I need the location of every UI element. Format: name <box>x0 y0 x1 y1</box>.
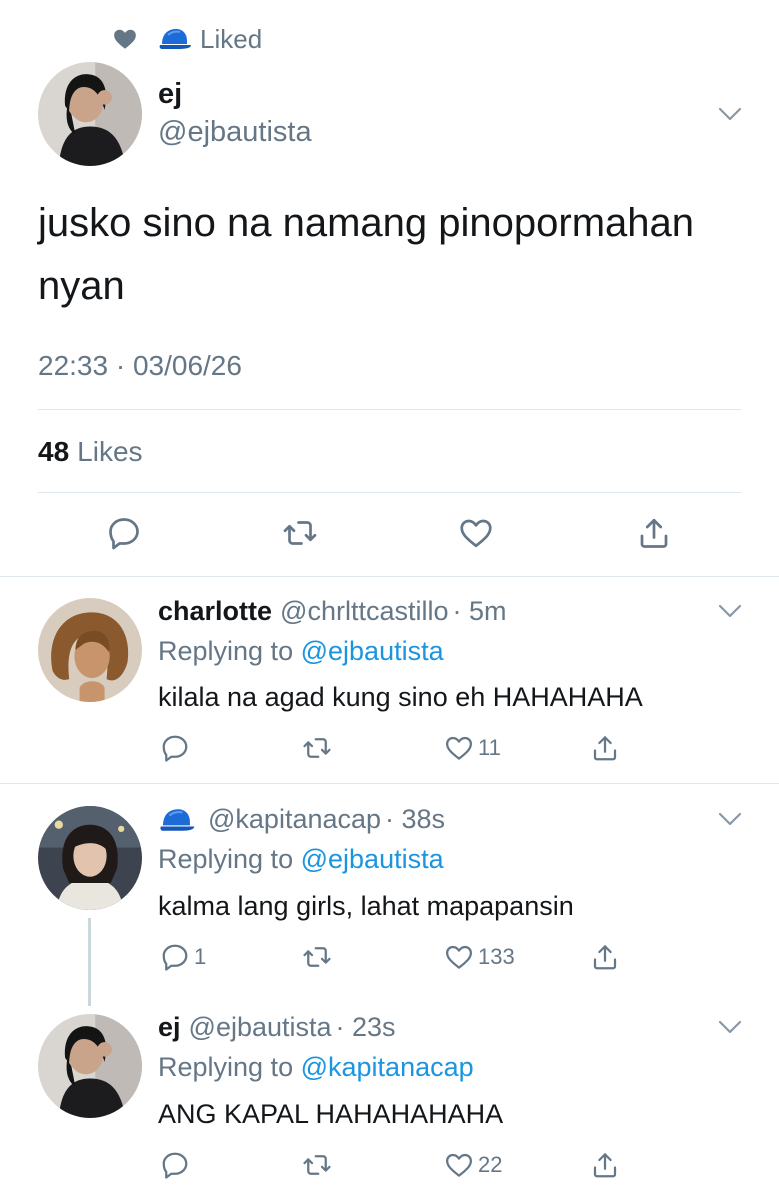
reply-author-name[interactable]: ej <box>158 1012 181 1043</box>
blue-cap-icon <box>159 29 191 49</box>
avatar[interactable] <box>38 1014 142 1118</box>
divider <box>0 783 779 784</box>
replying-prefix: Replying to <box>158 844 294 874</box>
author-name[interactable]: ej <box>158 78 182 111</box>
like-icon <box>446 1153 472 1177</box>
tweet-text: jusko sino na namang pinopormahan nyan <box>38 201 694 308</box>
like-icon <box>446 736 472 760</box>
reply-button[interactable]: 1 <box>160 942 206 972</box>
share-icon <box>593 1153 617 1178</box>
reply-time[interactable]: · 5m <box>452 596 506 627</box>
share-button[interactable] <box>590 733 620 763</box>
like-button[interactable]: 22 <box>444 1150 502 1180</box>
like-icon <box>446 945 472 969</box>
tweet-timestamp[interactable]: 22:33 · 03/06/26 <box>38 350 242 382</box>
chevron-down-icon[interactable] <box>718 1019 742 1035</box>
reply-header: charlotte @chrlttcastillo · 5m <box>158 596 506 627</box>
like-button[interactable] <box>458 515 494 551</box>
share-icon <box>593 736 617 761</box>
share-button[interactable] <box>590 942 620 972</box>
social-context: Liked <box>112 22 262 56</box>
like-icon <box>460 519 492 548</box>
chevron-down-icon[interactable] <box>718 811 742 827</box>
reply-icon <box>162 944 188 971</box>
liked-label: Liked <box>200 23 263 54</box>
replying-to: Replying to @ejbautista <box>158 844 444 875</box>
reply-author-handle[interactable]: @chrlttcastillo <box>280 596 448 627</box>
reply-text: kalma lang girls, lahat mapapansin <box>158 891 574 921</box>
reply-icon <box>162 735 188 762</box>
retweet-icon <box>303 1155 331 1175</box>
like-count: 133 <box>478 944 515 969</box>
reply-button[interactable] <box>160 1150 194 1180</box>
reply-text: ANG KAPAL HAHAHAHAHA <box>158 1099 504 1129</box>
likes-count: 48 <box>38 436 70 467</box>
divider <box>38 409 741 410</box>
chevron-down-icon[interactable] <box>718 603 742 619</box>
retweet-button[interactable] <box>302 942 332 972</box>
like-count: 11 <box>478 735 501 760</box>
reply-text: kilala na agad kung sino eh HAHAHAHA <box>158 682 643 712</box>
mention-link[interactable]: @ejbautista <box>301 636 444 666</box>
reply-time[interactable]: · 38s <box>385 804 445 835</box>
retweet-icon <box>303 947 331 967</box>
replying-prefix: Replying to <box>158 1052 294 1082</box>
reply-time[interactable]: · 23s <box>336 1012 396 1043</box>
avatar[interactable] <box>38 62 142 166</box>
mention-link[interactable]: @kapitanacap <box>301 1052 474 1082</box>
reply-icon <box>162 1152 188 1179</box>
reply-icon <box>109 518 139 550</box>
reply-author-handle[interactable]: @kapitanacap <box>208 804 381 835</box>
reply-button[interactable] <box>106 515 142 551</box>
replying-prefix: Replying to <box>158 636 294 666</box>
likes-stat[interactable]: 48 Likes <box>38 436 143 468</box>
reply-author-name[interactable]: charlotte <box>158 596 272 627</box>
like-button[interactable]: 133 <box>444 942 515 972</box>
retweet-button[interactable] <box>302 733 332 763</box>
author-handle[interactable]: @ejbautista <box>158 116 312 149</box>
replying-to: Replying to @ejbautista <box>158 636 444 667</box>
reply-button[interactable] <box>160 733 194 763</box>
share-button[interactable] <box>636 515 672 551</box>
blue-cap-icon <box>160 808 195 831</box>
chevron-down-icon[interactable] <box>718 106 742 122</box>
reply-header: @kapitanacap · 38s <box>158 804 445 835</box>
reply-count: 1 <box>194 944 207 969</box>
share-icon <box>593 945 617 970</box>
like-button[interactable]: 11 <box>444 733 501 763</box>
retweet-button[interactable] <box>302 1150 332 1180</box>
mention-link[interactable]: @ejbautista <box>301 844 444 874</box>
reply-author-handle[interactable]: @ejbautista <box>189 1012 332 1043</box>
heart-icon <box>114 29 136 49</box>
share-button[interactable] <box>590 1150 620 1180</box>
replying-to: Replying to @kapitanacap <box>158 1052 474 1083</box>
divider <box>0 576 779 577</box>
like-count: 22 <box>478 1152 503 1177</box>
avatar[interactable] <box>38 598 142 702</box>
divider <box>38 492 741 493</box>
retweet-icon <box>283 521 317 545</box>
thread-connector <box>88 918 91 1006</box>
retweet-button[interactable] <box>282 515 318 551</box>
reply-header: ej @ejbautista · 23s <box>158 1012 396 1043</box>
retweet-icon <box>303 738 331 758</box>
share-icon <box>640 518 668 548</box>
avatar[interactable] <box>38 806 142 910</box>
likes-label: Likes <box>77 436 143 467</box>
